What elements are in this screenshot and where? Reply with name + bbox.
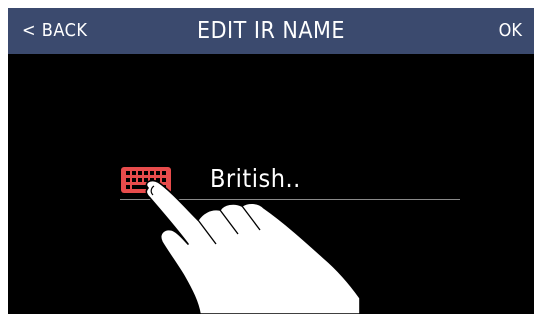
ok-button[interactable]: OK: [499, 8, 522, 54]
page-title: EDIT IR NAME: [197, 18, 345, 44]
header-bar: < BACK EDIT IR NAME OK: [8, 8, 534, 54]
device-screen: < BACK EDIT IR NAME OK British..: [8, 8, 534, 314]
keyboard-icon: [121, 167, 171, 193]
ir-name-field[interactable]: British..: [210, 158, 460, 200]
keyboard-button[interactable]: [120, 166, 172, 194]
name-field-underline: [120, 199, 460, 200]
